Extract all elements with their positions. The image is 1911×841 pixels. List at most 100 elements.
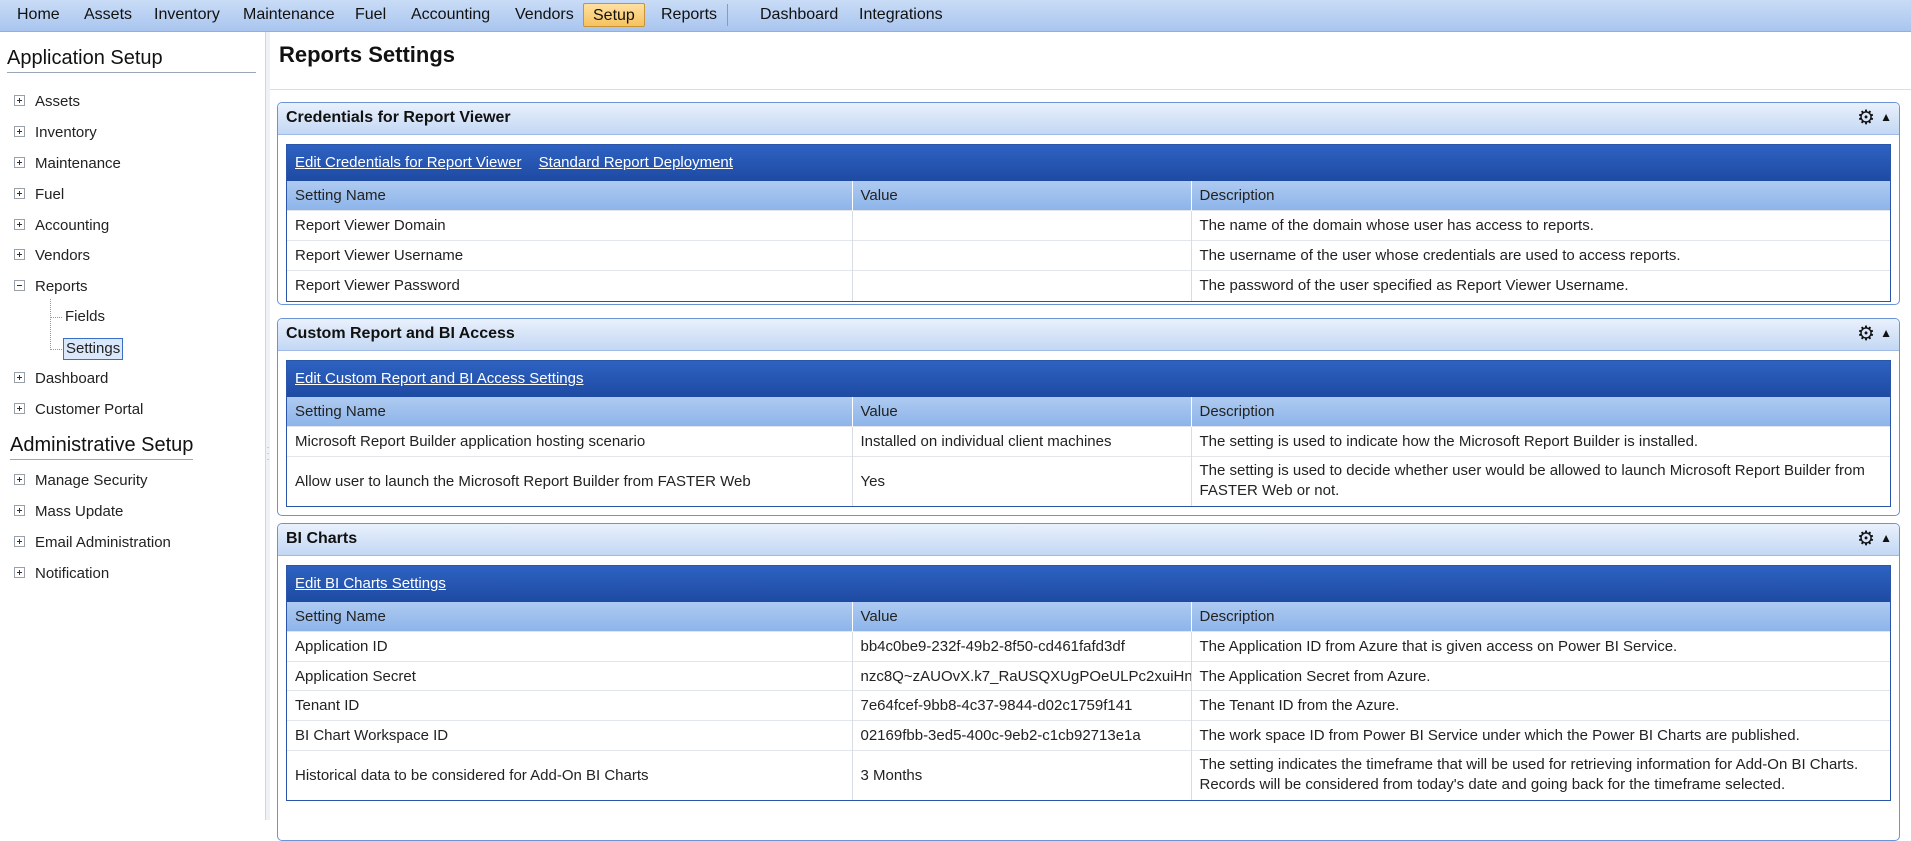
sidebar-item-manage-security[interactable]: Manage Security (14, 470, 148, 492)
menu-separator (727, 4, 728, 26)
table-row[interactable]: Allow user to launch the Microsoft Repor… (287, 456, 1890, 506)
sidebar-item-mass-update[interactable]: Mass Update (14, 501, 123, 523)
expand-icon[interactable] (14, 218, 25, 230)
settings-grid: Edit Custom Report and BI Access Setting… (286, 360, 1891, 507)
title-divider (270, 89, 1911, 90)
top-menu-bar: Home Assets Inventory Maintenance Fuel A… (0, 0, 1911, 32)
cell-description: The setting is used to indicate how the … (1191, 426, 1890, 457)
settings-table: Setting Name Value Description Report Vi… (287, 181, 1890, 301)
gear-icon[interactable]: ⚙ (1857, 524, 1875, 554)
grid-toolbar: Edit BI Charts Settings (287, 566, 1890, 602)
menu-fuel[interactable]: Fuel (346, 3, 395, 27)
sidebar-item-maintenance[interactable]: Maintenance (14, 153, 121, 175)
gear-icon[interactable]: ⚙ (1857, 103, 1875, 133)
cell-setting-name: Tenant ID (287, 690, 853, 721)
cell-setting-name: Application Secret (287, 661, 853, 691)
cell-value: 3 Months (852, 750, 1192, 800)
sidebar-item-inventory[interactable]: Inventory (14, 122, 97, 144)
settings-table: Setting Name Value Description Microsoft… (287, 397, 1890, 506)
expand-icon[interactable] (14, 156, 25, 168)
grid-toolbar: Edit Custom Report and BI Access Setting… (287, 361, 1890, 397)
expand-icon[interactable] (14, 402, 25, 414)
cell-description: The name of the domain whose user has ac… (1191, 210, 1890, 241)
menu-accounting[interactable]: Accounting (402, 3, 499, 27)
column-header-setting-name: Setting Name (287, 181, 853, 211)
expand-icon[interactable] (14, 94, 25, 106)
table-header-row: Setting Name Value Description (287, 181, 1890, 211)
cell-setting-name: Microsoft Report Builder application hos… (287, 426, 853, 457)
table-row[interactable]: Report Viewer Username The username of t… (287, 240, 1890, 271)
cell-value (852, 210, 1192, 241)
menu-reports[interactable]: Reports (652, 3, 726, 27)
sidebar-item-email-administration[interactable]: Email Administration (14, 532, 171, 554)
cell-description: The setting is used to decide whether us… (1191, 456, 1890, 506)
sidebar-item-fields[interactable]: Fields (65, 306, 105, 328)
column-header-setting-name: Setting Name (287, 397, 853, 427)
collapse-arrow-icon[interactable]: ▲ (1880, 318, 1892, 348)
expand-icon[interactable] (14, 125, 25, 137)
grid-toolbar: Edit Credentials for Report Viewer Stand… (287, 145, 1890, 181)
edit-credentials-link[interactable]: Edit Credentials for Report Viewer (295, 154, 522, 171)
sidebar-item-notification[interactable]: Notification (14, 563, 109, 585)
column-header-description: Description (1191, 181, 1890, 211)
column-header-description: Description (1191, 602, 1890, 632)
sidebar-item-accounting[interactable]: Accounting (14, 215, 109, 237)
settings-grid: Edit BI Charts Settings Setting Name Val… (286, 565, 1891, 801)
standard-report-deployment-link[interactable]: Standard Report Deployment (539, 154, 733, 171)
sidebar-item-reports[interactable]: Reports (14, 276, 88, 298)
sidebar-item-fuel[interactable]: Fuel (14, 184, 64, 206)
panel-header: Custom Report and BI Access ⚙ ▲ (278, 319, 1899, 351)
cell-description: The setting indicates the timeframe that… (1191, 750, 1890, 800)
cell-setting-name: Historical data to be considered for Add… (287, 750, 853, 800)
collapse-arrow-icon[interactable]: ▲ (1880, 102, 1892, 132)
table-row[interactable]: BI Chart Workspace ID 02169fbb-3ed5-400c… (287, 720, 1890, 751)
cell-description: The username of the user whose credentia… (1191, 240, 1890, 271)
cell-value (852, 270, 1192, 301)
sidebar-item-vendors[interactable]: Vendors (14, 245, 90, 267)
collapse-icon[interactable] (14, 279, 25, 291)
gear-icon[interactable]: ⚙ (1857, 319, 1875, 349)
sidebar-item-dashboard[interactable]: Dashboard (14, 368, 108, 390)
panel-title: Custom Report and BI Access (286, 325, 515, 342)
menu-integrations[interactable]: Integrations (850, 3, 952, 27)
table-row[interactable]: Report Viewer Password The password of t… (287, 270, 1890, 301)
panel-credentials-report-viewer: Credentials for Report Viewer ⚙ ▲ Edit C… (277, 102, 1900, 305)
cell-description: The work space ID from Power BI Service … (1191, 720, 1890, 751)
sidebar-item-customer-portal[interactable]: Customer Portal (14, 399, 143, 421)
edit-bi-charts-settings-link[interactable]: Edit BI Charts Settings (295, 575, 446, 592)
cell-setting-name: Report Viewer Username (287, 240, 853, 271)
expand-icon[interactable] (14, 371, 25, 383)
menu-assets[interactable]: Assets (75, 3, 141, 27)
table-row[interactable]: Application Secret nzc8Q~zAUOvX.k7_RaUSQ… (287, 661, 1890, 691)
menu-home[interactable]: Home (8, 3, 69, 27)
panel-bi-charts: BI Charts ⚙ ▲ Edit BI Charts Settings Se… (277, 523, 1900, 841)
menu-dashboard[interactable]: Dashboard (751, 3, 847, 27)
expand-icon[interactable] (14, 535, 25, 547)
sidebar: Application Setup Assets Inventory Maint… (0, 32, 266, 820)
expand-icon[interactable] (14, 248, 25, 260)
menu-vendors[interactable]: Vendors (506, 3, 583, 27)
expand-icon[interactable] (14, 473, 25, 485)
table-header-row: Setting Name Value Description (287, 397, 1890, 427)
table-row[interactable]: Tenant ID 7e64fcef-9bb8-4c37-9844-d02c17… (287, 690, 1890, 721)
sidebar-item-assets[interactable]: Assets (14, 91, 80, 113)
cell-value (852, 240, 1192, 271)
table-row[interactable]: Microsoft Report Builder application hos… (287, 426, 1890, 457)
panel-header: Credentials for Report Viewer ⚙ ▲ (278, 103, 1899, 135)
menu-maintenance[interactable]: Maintenance (234, 3, 344, 27)
sidebar-item-settings[interactable]: Settings (63, 338, 124, 360)
cell-description: The password of the user specified as Re… (1191, 270, 1890, 301)
panel-title: Credentials for Report Viewer (286, 109, 511, 126)
table-row[interactable]: Historical data to be considered for Add… (287, 750, 1890, 800)
expand-icon[interactable] (14, 504, 25, 516)
edit-custom-report-bi-access-link[interactable]: Edit Custom Report and BI Access Setting… (295, 370, 583, 387)
menu-inventory[interactable]: Inventory (145, 3, 229, 27)
expand-icon[interactable] (14, 566, 25, 578)
table-row[interactable]: Application ID bb4c0be9-232f-49b2-8f50-c… (287, 631, 1890, 662)
panel-title: BI Charts (286, 530, 358, 547)
menu-setup[interactable]: Setup (583, 3, 645, 27)
collapse-arrow-icon[interactable]: ▲ (1880, 523, 1892, 553)
column-header-value: Value (852, 397, 1192, 427)
expand-icon[interactable] (14, 187, 25, 199)
table-row[interactable]: Report Viewer Domain The name of the dom… (287, 210, 1890, 241)
